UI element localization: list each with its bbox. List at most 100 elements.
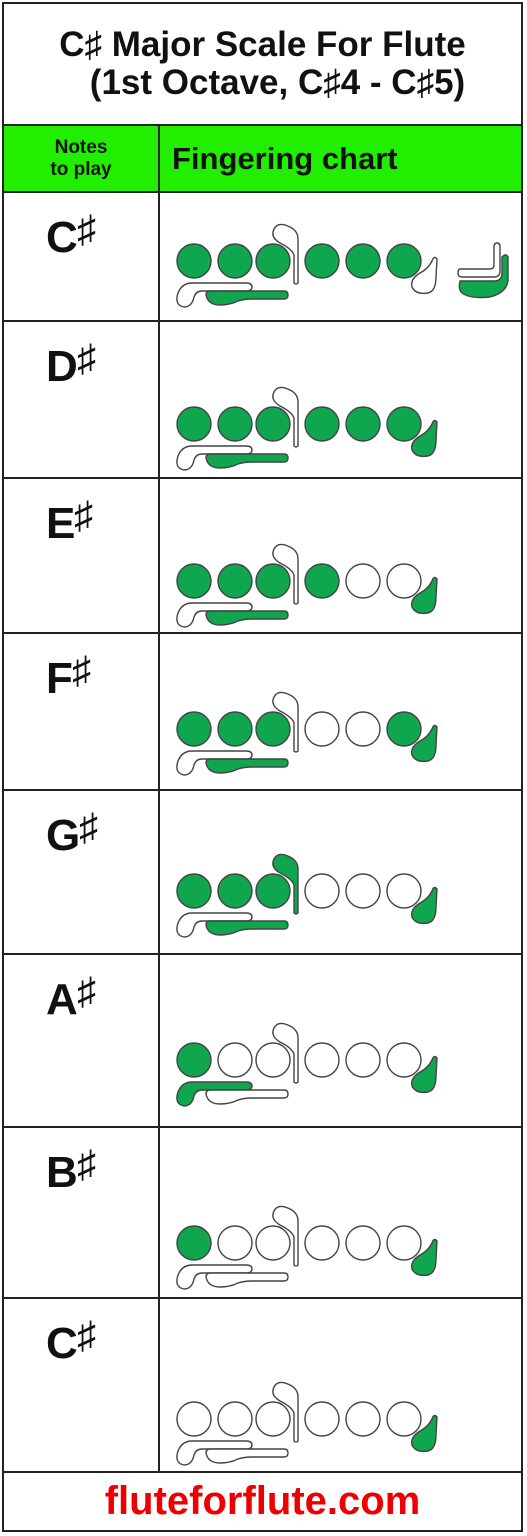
header-notes-line1: Notes — [54, 136, 108, 158]
tone-hole-h4 — [304, 406, 340, 442]
fingering-diagram — [176, 223, 509, 308]
footer-site-link[interactable]: fluteforflute.com — [4, 1471, 521, 1530]
thumb-bb-key — [205, 1089, 289, 1105]
table-row: B ♯ — [4, 1126, 521, 1297]
sharp-icon: ♯ — [77, 1315, 96, 1357]
note-cell: D ♯ — [4, 322, 158, 477]
tone-hole-h4 — [304, 243, 340, 279]
fingering-diagram — [176, 543, 438, 628]
sharp-icon: ♯ — [79, 807, 98, 849]
note-letter: G — [46, 811, 80, 860]
sharp-icon: ♯ — [77, 1144, 96, 1186]
fingering-diagram — [176, 691, 438, 776]
sharp-icon: ♯ — [72, 650, 91, 692]
tone-hole-h3 — [255, 873, 291, 909]
fingering-cell — [158, 1128, 521, 1297]
header-notes-to-play: Notes to play — [4, 126, 158, 191]
tone-hole-h2 — [217, 243, 253, 279]
table-row: F ♯ — [4, 632, 521, 789]
tone-hole-h4 — [304, 1042, 340, 1078]
table-row: E ♯ — [4, 477, 521, 632]
thumb-bb-key — [205, 290, 289, 306]
fingering-diagram — [176, 1022, 438, 1107]
tone-hole-h4 — [304, 563, 340, 599]
tone-hole-h5 — [345, 873, 381, 909]
thumb-bb-key — [205, 1448, 289, 1464]
tone-hole-h1 — [176, 243, 212, 279]
tone-hole-h2 — [217, 873, 253, 909]
tone-hole-h2 — [217, 406, 253, 442]
note-letter: F — [46, 654, 73, 703]
thumb-bb-key — [205, 920, 289, 936]
table-row: D ♯ — [4, 320, 521, 477]
sharp-icon: ♯ — [74, 495, 93, 537]
tone-hole-h5 — [345, 406, 381, 442]
note-cell: A ♯ — [4, 955, 158, 1126]
sharp-icon: ♯ — [77, 338, 96, 380]
note-letter: B — [46, 1148, 78, 1197]
title-line-1: C♯ Major Scale For Flute — [59, 25, 466, 64]
note-cell: B ♯ — [4, 1128, 158, 1297]
sharp-icon: ♯ — [77, 209, 96, 251]
header-fingering-chart: Fingering chart — [158, 126, 521, 191]
fingering-cell — [158, 1299, 521, 1471]
tone-hole-h5 — [345, 1042, 381, 1078]
table-row: G ♯ — [4, 789, 521, 953]
tone-hole-h1 — [176, 1042, 212, 1078]
page-title: C♯ Major Scale For Flute (1st Octave, C♯… — [4, 4, 521, 124]
note-cell: C ♯ — [4, 193, 158, 320]
note-cell: C ♯ — [4, 1299, 158, 1471]
thumb-bb-key — [205, 1272, 289, 1288]
tone-hole-h2 — [217, 1042, 253, 1078]
note-letter: D — [46, 342, 78, 391]
tone-hole-h4 — [304, 1225, 340, 1261]
tone-hole-h3 — [255, 1401, 291, 1437]
fingering-cell — [158, 634, 521, 789]
thumb-bb-key — [205, 610, 289, 626]
fingering-cell — [158, 479, 521, 632]
fingering-cell — [158, 791, 521, 953]
tone-hole-h6 — [386, 563, 422, 599]
note-cell: G ♯ — [4, 791, 158, 953]
tone-hole-h4 — [304, 1401, 340, 1437]
tone-hole-h5 — [345, 1401, 381, 1437]
tone-hole-h5 — [345, 563, 381, 599]
header-notes-line2: to play — [50, 158, 112, 180]
tone-hole-h6 — [386, 711, 422, 747]
tone-hole-h4 — [304, 873, 340, 909]
csharp-foot-key — [457, 242, 501, 278]
tone-hole-h1 — [176, 873, 212, 909]
sharp-icon: ♯ — [77, 971, 96, 1013]
tone-hole-h3 — [255, 563, 291, 599]
tone-hole-h3 — [255, 243, 291, 279]
tone-hole-h2 — [217, 1401, 253, 1437]
table-row: C ♯ — [4, 191, 521, 320]
tone-hole-h6 — [386, 1042, 422, 1078]
title-line-2: (1st Octave, C♯4 - C♯5) — [89, 63, 466, 102]
tone-hole-h2 — [217, 1225, 253, 1261]
table-row: C ♯ — [4, 1297, 521, 1471]
tone-hole-h5 — [345, 711, 381, 747]
fingering-diagram — [176, 386, 438, 471]
tone-hole-h2 — [217, 563, 253, 599]
fingering-cell — [158, 955, 521, 1126]
tone-hole-h1 — [176, 406, 212, 442]
fingering-diagram — [176, 1381, 438, 1466]
thumb-bb-key — [205, 453, 289, 469]
fingering-diagram — [176, 853, 438, 938]
tone-hole-h1 — [176, 563, 212, 599]
tone-hole-h1 — [176, 1225, 212, 1261]
tone-hole-h3 — [255, 711, 291, 747]
tone-hole-h3 — [255, 406, 291, 442]
tone-hole-h6 — [386, 1401, 422, 1437]
tone-hole-h1 — [176, 711, 212, 747]
note-cell: E ♯ — [4, 479, 158, 632]
thumb-bb-key — [205, 758, 289, 774]
tone-hole-h6 — [386, 406, 422, 442]
tone-hole-h5 — [345, 1225, 381, 1261]
tone-hole-h2 — [217, 711, 253, 747]
tone-hole-h6 — [386, 243, 422, 279]
tone-hole-h1 — [176, 1401, 212, 1437]
tone-hole-h3 — [255, 1225, 291, 1261]
note-letter: C — [46, 1319, 78, 1368]
